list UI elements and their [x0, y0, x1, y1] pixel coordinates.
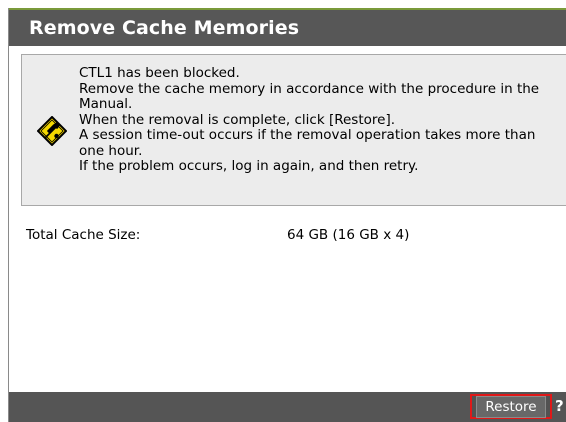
help-icon[interactable]: ? — [555, 397, 566, 415]
warning-diamond-icon — [37, 116, 67, 146]
title-bar: Remove Cache Memories — [9, 8, 566, 46]
restore-button[interactable]: Restore — [470, 394, 552, 419]
total-cache-size-label: Total Cache Size: — [26, 227, 141, 243]
restore-button-label: Restore — [476, 395, 546, 418]
remove-cache-dialog: Remove Cache Memories CTL1 has been bloc… — [8, 8, 566, 422]
dialog-footer: Restore ? — [9, 392, 566, 422]
message-line: If the problem occurs, log in again, and… — [79, 158, 419, 174]
message-text: CTL1 has been blocked. Remove the cache … — [79, 65, 563, 175]
message-box: CTL1 has been blocked. Remove the cache … — [21, 54, 566, 206]
message-line: Manual. — [79, 96, 133, 112]
message-line: CTL1 has been blocked. — [79, 65, 240, 81]
message-line: A session time-out occurs if the removal… — [79, 127, 536, 143]
total-cache-size-value: 64 GB (16 GB x 4) — [287, 227, 410, 243]
message-line: Remove the cache memory in accordance wi… — [79, 80, 540, 97]
message-line: When the removal is complete, click [Res… — [79, 111, 395, 128]
dialog-title: Remove Cache Memories — [29, 17, 300, 39]
message-line: one hour. — [79, 142, 143, 159]
